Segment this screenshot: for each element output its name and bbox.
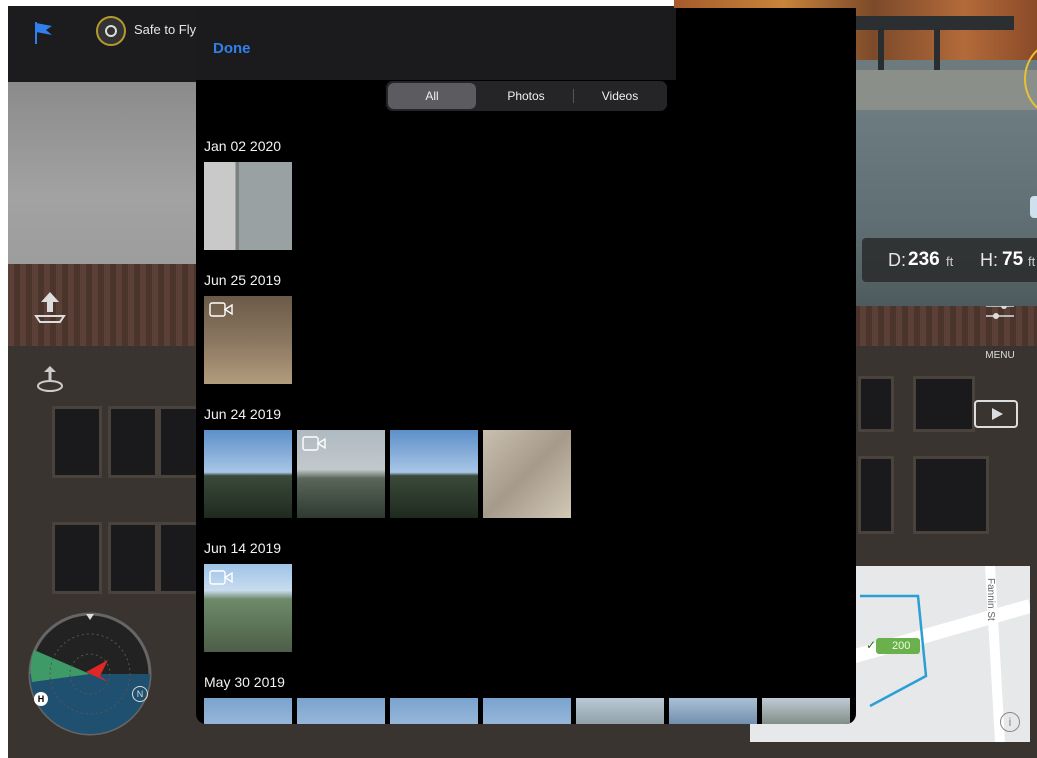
video-thumbnail[interactable] [297,430,385,518]
photo-thumbnail[interactable] [762,698,850,724]
photo-thumbnail[interactable] [390,430,478,518]
building-window [108,522,158,594]
building-window [913,376,975,432]
video-thumbnail[interactable] [204,564,292,652]
photo-thumbnail[interactable] [390,698,478,724]
photo-thumbnail[interactable] [204,698,292,724]
building-window [52,406,102,478]
segment-divider [573,89,574,103]
video-camera-icon [209,302,233,317]
height-value: 75 [1002,249,1024,270]
aircraft-status-icon[interactable] [96,16,126,46]
section-date-header: Jan 02 2020 [204,138,282,154]
playback-icon[interactable] [974,400,1018,428]
menu-label[interactable]: MENU [980,350,1020,361]
height-label: H: [980,250,998,270]
building-window [913,456,989,534]
done-button[interactable]: Done [213,40,251,57]
height-unit: ft [1028,254,1036,269]
screenshot-root: Safe to Fly ○○ MENU H N [0,0,1037,758]
section-date-header: May 30 2019 [204,674,285,690]
section-date-header: Jun 14 2019 [204,540,282,556]
flag-icon[interactable] [32,20,56,46]
building-window [52,522,102,594]
telemetry-panel: D: 236 ft H: 75 ft [862,238,1037,282]
photo-thumbnail[interactable] [576,698,664,724]
video-camera-icon [302,436,326,451]
compass-home-marker: H [34,692,48,706]
video-thumbnail[interactable] [204,296,292,384]
photo-thumbnail[interactable] [297,698,385,724]
photo-picker-sheet: Done All Photos Videos Jan 02 2020 Jun 25… [196,8,856,724]
flight-status-text: Safe to Fly [134,22,197,37]
distance-label: D: [888,250,906,270]
section-date-header: Jun 24 2019 [204,406,282,422]
photo-thumbnail[interactable] [483,698,571,724]
picker-header: Done [196,8,676,80]
takeoff-icon[interactable] [30,286,70,326]
map-altitude-badge: 200 [876,638,921,654]
distance-unit: ft [946,254,954,269]
filter-videos[interactable]: Videos [576,83,664,109]
section-date-header: Jun 25 2019 [204,272,282,288]
video-camera-icon [209,570,233,585]
photo-thumbnail[interactable] [204,162,292,250]
map-street-label: Fannin St [985,578,996,621]
compass-north-marker: N [132,686,148,702]
return-home-icon[interactable] [30,358,70,398]
building-window [108,406,158,478]
building-window [858,456,894,534]
photo-thumbnail[interactable] [483,430,571,518]
info-icon[interactable]: i [1000,712,1020,732]
photo-thumbnail[interactable] [669,698,757,724]
map-check-icon: ✓ [866,638,877,652]
camera-shutter-icon[interactable] [1030,196,1037,218]
media-filter-control: All Photos Videos [386,81,667,111]
distance-value: 236 [908,249,940,270]
compass-icon[interactable] [28,612,152,736]
filter-all[interactable]: All [388,83,476,109]
building-window [858,376,894,432]
photo-thumbnail[interactable] [204,430,292,518]
filter-photos[interactable]: Photos [482,83,570,109]
